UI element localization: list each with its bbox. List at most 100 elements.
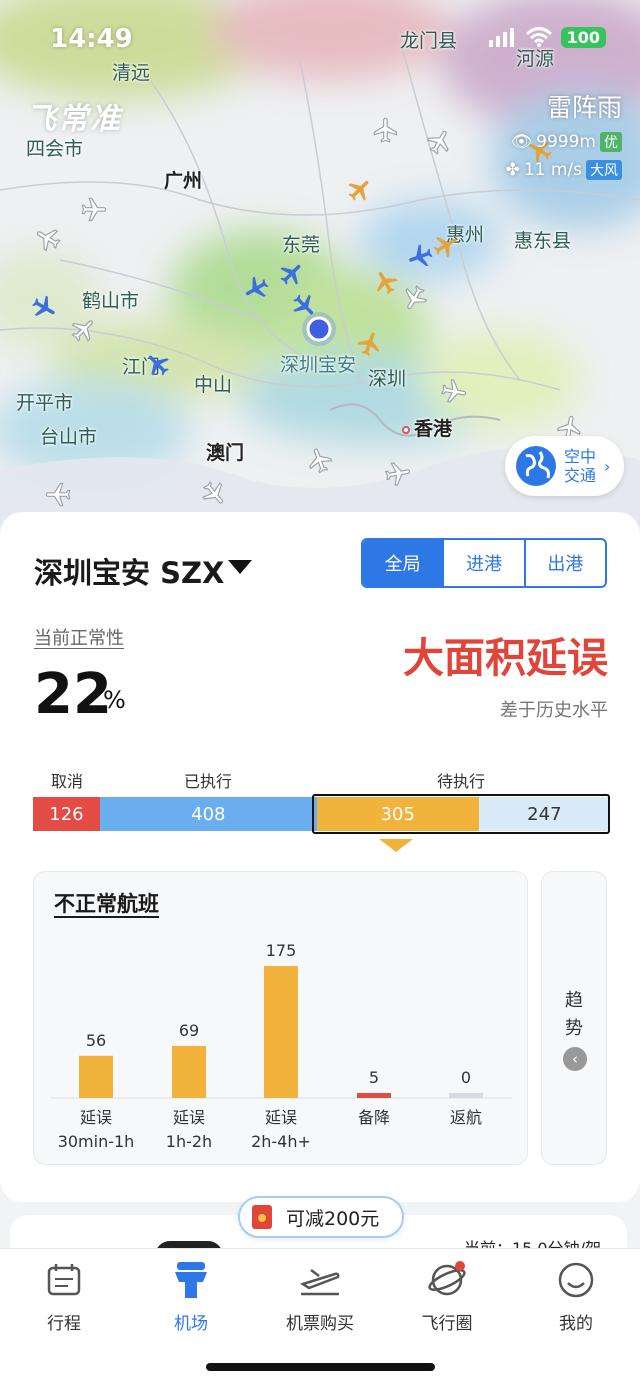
chart-category-label: 返航 — [450, 1108, 482, 1127]
tab-flight-circle[interactable]: 飞行圈 — [397, 1259, 497, 1334]
plane-icon[interactable] — [44, 480, 72, 508]
plane-icon[interactable] — [290, 292, 318, 320]
tab-label: 我的 — [559, 1314, 593, 1334]
chart-bar[interactable] — [449, 1093, 483, 1098]
place-label: 惠东县 — [514, 230, 572, 252]
plane-icon[interactable] — [346, 176, 374, 204]
home-indicator[interactable] — [206, 1363, 435, 1371]
discount-promo-button[interactable]: 可减200元 — [238, 1196, 404, 1238]
visibility-grade-badge: 优 — [600, 132, 622, 152]
plane-icon[interactable] — [30, 294, 58, 322]
plane-icon[interactable] — [34, 224, 62, 252]
plane-icon[interactable] — [406, 242, 434, 270]
planet-icon — [428, 1261, 466, 1296]
flight-status-bar[interactable]: 126 408 305 247 — [33, 794, 610, 834]
tab-buy-tickets[interactable]: 机票购买 — [270, 1259, 370, 1334]
eye-icon: 👁 — [510, 132, 533, 152]
weather-panel: 雷阵雨 👁 9999m 优 ✤ 11 m/s 大风 — [506, 88, 622, 180]
place-label-airport: 深圳宝安 — [280, 354, 357, 376]
executed-segment[interactable]: 408 — [99, 797, 317, 831]
plane-icon[interactable] — [70, 316, 98, 344]
place-label: 中山 — [194, 374, 233, 396]
globe-icon — [516, 446, 556, 486]
place-hk: 香港 — [402, 414, 452, 441]
chart-value-label: 56 — [86, 1031, 106, 1050]
plane-icon[interactable] — [144, 350, 172, 378]
chart-bar[interactable] — [172, 1045, 206, 1098]
tab-label: 机票购买 — [286, 1314, 354, 1334]
chevron-right-icon: › — [604, 456, 611, 476]
chart-bar[interactable] — [79, 1055, 113, 1098]
plane-icon[interactable] — [372, 116, 400, 144]
place-label: 开平市 — [16, 392, 74, 414]
plane-icon[interactable] — [432, 232, 460, 260]
tab-me[interactable]: 我的 — [526, 1259, 626, 1334]
chart-bar[interactable] — [357, 1093, 391, 1098]
pending-normal-segment[interactable]: 247 — [478, 797, 610, 831]
wind-row: ✤ 11 m/s 大风 — [506, 160, 622, 180]
tab-airport[interactable]: 机场 — [141, 1259, 241, 1334]
chart-category-label: 1h-2h — [166, 1132, 212, 1151]
chart-category-label: 备降 — [358, 1108, 390, 1127]
chart-bar[interactable] — [264, 966, 298, 1098]
wind-grade-badge: 大风 — [586, 160, 622, 180]
chart-category-label: 延误 — [80, 1108, 112, 1127]
trend-label-1: 趋 — [565, 990, 583, 1011]
place-label: 广州 — [164, 170, 203, 192]
place-label: 台山市 — [40, 426, 98, 448]
place-label: 香港 — [414, 418, 453, 440]
chart-category-label: 30min-1h — [58, 1132, 135, 1151]
air-traffic-label: 空中 交通 — [564, 447, 604, 485]
flight-map[interactable]: 清远 龙门县 河源 四会市 广州 东莞 惠州 惠东县 鹤山市 江门 中山 深圳宝… — [0, 0, 640, 540]
cancelled-segment[interactable]: 126 — [33, 797, 100, 831]
plane-icon[interactable] — [384, 460, 412, 488]
plane-icon[interactable] — [80, 196, 108, 224]
airport-name[interactable]: 深圳宝安 SZX — [34, 550, 224, 592]
signal-icon — [488, 28, 514, 47]
wifi-icon — [525, 27, 552, 47]
air-traffic-button[interactable]: 空中 交通 › — [505, 436, 624, 496]
promo-text: 可减200元 — [286, 1207, 380, 1230]
place-label: 四会市 — [26, 138, 84, 160]
plane-icon[interactable] — [372, 268, 400, 296]
plane-takeoff-icon — [300, 1269, 340, 1296]
chart-value-label: 69 — [179, 1021, 199, 1040]
chart-value-label: 0 — [461, 1068, 471, 1087]
status-icons: 100 — [488, 26, 606, 48]
tab-all[interactable]: 全局 — [363, 540, 443, 586]
tab-trips[interactable]: 行程 — [14, 1259, 114, 1334]
plane-icon[interactable] — [426, 128, 454, 156]
abnormal-flights-chart: 56 延误 30min-1h 69 延误 1h-2h 175 延误 2h-4h+ 5 备降 0 返航 — [50, 941, 512, 1151]
current-on-time-label[interactable]: 当前正常性 — [34, 624, 124, 650]
air-traffic-label-2: 交通 — [564, 466, 597, 485]
city-dot-icon — [402, 425, 410, 434]
plane-icon[interactable] — [306, 446, 334, 474]
weather-condition: 雷阵雨 — [546, 93, 622, 122]
plane-icon[interactable] — [200, 480, 228, 508]
trend-button[interactable]: 趋 势 ‹ — [541, 871, 607, 1165]
tab-label: 机场 — [174, 1314, 208, 1334]
tab-departures[interactable]: 出港 — [523, 540, 605, 586]
pending-delayed-segment[interactable]: 305 — [316, 797, 479, 831]
plane-icon[interactable] — [242, 274, 270, 302]
app-screen: 清远 龙门县 河源 四会市 广州 东莞 惠州 惠东县 鹤山市 江门 中山 深圳宝… — [0, 0, 640, 1385]
plane-icon[interactable] — [400, 284, 428, 312]
executed-label: 已执行 — [184, 772, 233, 791]
chevron-left-icon: ‹ — [563, 1047, 587, 1071]
plane-icon[interactable] — [356, 330, 384, 358]
chart-value-label: 5 — [369, 1068, 379, 1087]
chart-value-label: 175 — [266, 941, 297, 960]
plane-icon[interactable] — [440, 378, 468, 406]
smiley-icon — [558, 1262, 594, 1298]
status-bar: 14:49 100 — [0, 0, 640, 80]
selected-pointer-icon — [379, 839, 413, 852]
place-label: 澳门 — [206, 442, 245, 464]
dropdown-caret-icon[interactable] — [228, 560, 252, 574]
tab-arrivals[interactable]: 进港 — [442, 540, 523, 586]
on-time-rate-unit: % — [103, 686, 126, 714]
red-envelope-icon — [252, 1205, 272, 1229]
plane-icon[interactable] — [278, 260, 306, 288]
flight-bar-labels: 取消 已执行 待执行 — [34, 768, 608, 791]
place-label: 东莞 — [282, 234, 321, 256]
place-label: 深圳 — [368, 368, 407, 390]
